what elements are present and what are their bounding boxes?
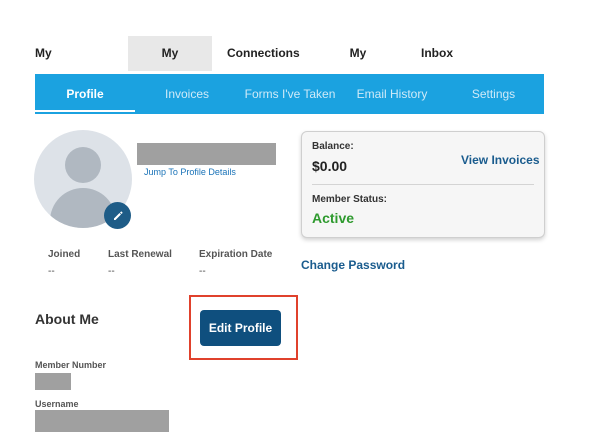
last-renewal-label: Last Renewal xyxy=(108,249,172,260)
balance-value: $0.00 xyxy=(312,158,348,174)
tab-connections[interactable]: Connections xyxy=(212,36,310,71)
about-me-heading: About Me xyxy=(35,311,99,327)
member-status-label: Member Status: xyxy=(312,194,388,205)
redacted-username xyxy=(35,410,169,432)
subtab-forms-taken[interactable]: Forms I've Taken xyxy=(239,74,341,114)
tab-my-profile[interactable]: My Profile xyxy=(128,36,212,95)
pencil-icon xyxy=(113,210,123,220)
top-nav: My Community My Profile Connections My F… xyxy=(20,36,462,95)
redacted-member-number xyxy=(35,373,71,390)
card-divider xyxy=(312,184,534,185)
view-invoices-link[interactable]: View Invoices xyxy=(461,153,540,167)
subtab-invoices[interactable]: Invoices xyxy=(135,74,239,114)
expiration-label: Expiration Date xyxy=(199,249,273,260)
balance-label: Balance: xyxy=(312,141,354,152)
joined-label: Joined xyxy=(48,249,81,260)
tab-inbox[interactable]: Inbox xyxy=(406,36,462,71)
subtab-email-history[interactable]: Email History xyxy=(341,74,443,114)
last-renewal-value: -- xyxy=(108,266,115,277)
joined-meta: Joined -- xyxy=(48,249,80,277)
expiration-meta: Expiration Date -- xyxy=(199,249,272,277)
avatar-edit-button[interactable] xyxy=(104,202,131,229)
expiration-value: -- xyxy=(199,266,206,277)
tab-my-community[interactable]: My Community xyxy=(20,36,128,95)
subtab-profile[interactable]: Profile xyxy=(35,74,135,112)
jump-to-profile-details-link[interactable]: Jump To Profile Details xyxy=(144,167,236,177)
member-number-label: Member Number xyxy=(35,360,107,370)
joined-value: -- xyxy=(48,266,55,277)
user-silhouette-icon xyxy=(65,147,101,183)
edit-profile-button[interactable]: Edit Profile xyxy=(200,310,281,346)
tab-my-features[interactable]: My Features xyxy=(310,36,406,95)
last-renewal-meta: Last Renewal -- xyxy=(108,249,172,277)
username-label: Username xyxy=(35,399,79,409)
sub-nav: Profile Invoices Forms I've Taken Email … xyxy=(35,74,544,114)
change-password-link[interactable]: Change Password xyxy=(301,258,405,272)
redacted-name xyxy=(137,143,276,165)
subtab-settings[interactable]: Settings xyxy=(443,74,544,114)
balance-card: Balance: $0.00 View Invoices Member Stat… xyxy=(301,131,545,238)
member-status-value: Active xyxy=(312,210,355,226)
